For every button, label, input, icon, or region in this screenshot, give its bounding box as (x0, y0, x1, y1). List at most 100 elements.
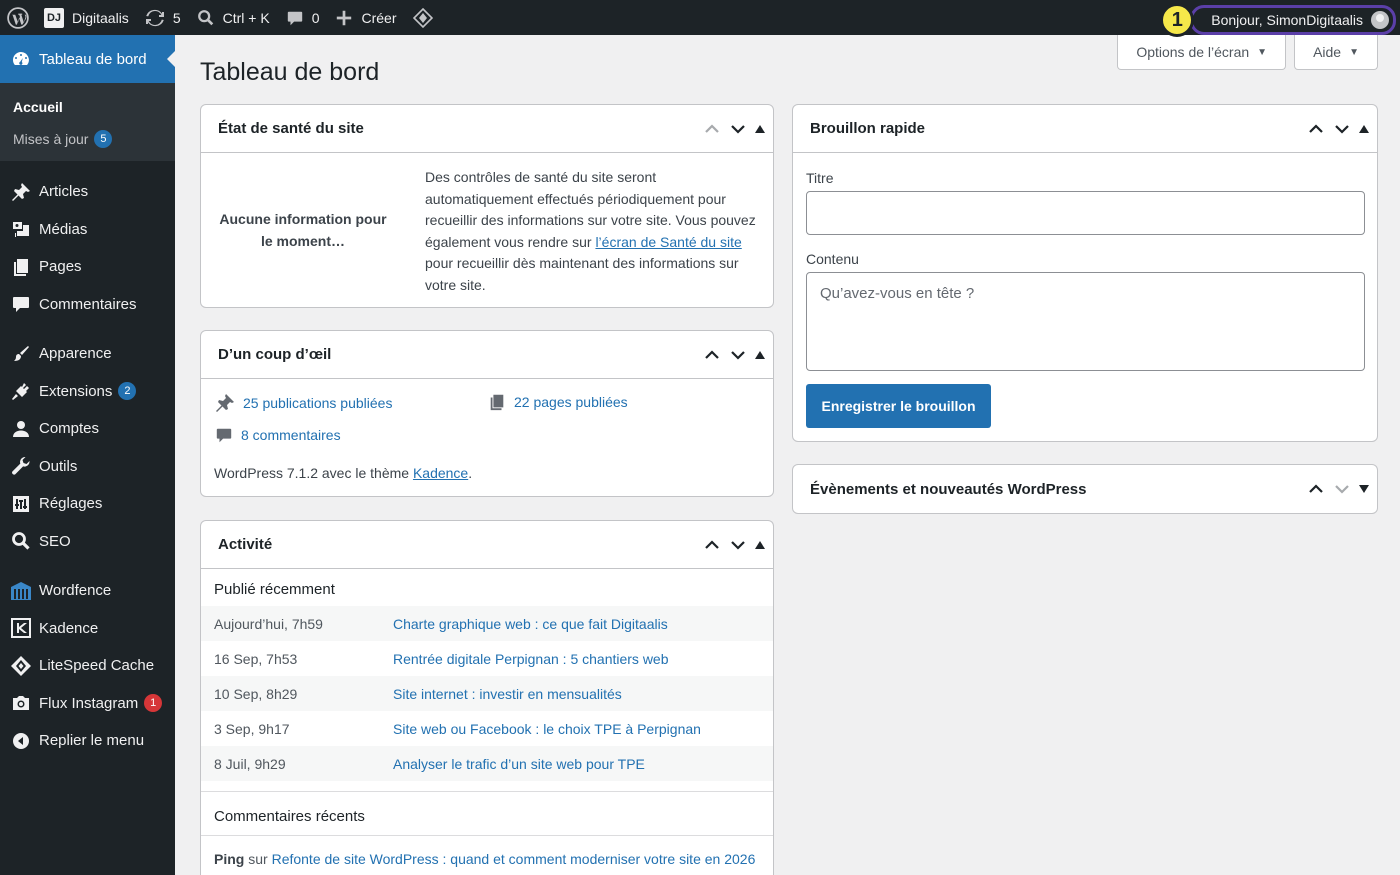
move-up-icon[interactable] (1305, 479, 1327, 499)
save-draft-button[interactable]: Enregistrer le brouillon (806, 384, 991, 428)
content-label: Contenu (806, 251, 859, 267)
glance-comments-link[interactable]: 8 commentaires (241, 427, 341, 443)
move-down-icon[interactable] (727, 119, 749, 139)
comment-icon (216, 428, 232, 443)
sidebar-item-label: Replier le menu (39, 732, 145, 750)
draft-title-input[interactable] (806, 191, 1365, 235)
activity-date: 3 Sep, 9h17 (214, 720, 290, 737)
help-label: Aide (1313, 44, 1342, 60)
sidebar-item-tools[interactable]: Outils (0, 448, 175, 486)
widget-title: D’un coup d’œil (218, 346, 332, 363)
move-up-icon[interactable] (701, 119, 723, 139)
sidebar-item-media[interactable]: Médias (0, 211, 175, 249)
command-palette-search[interactable]: Ctrl + K (189, 0, 278, 35)
sidebar-item-dashboard[interactable]: Tableau de bord (0, 35, 175, 83)
glance-posts-link[interactable]: 25 publications publiées (243, 395, 392, 411)
litespeed-adminbar-icon[interactable] (405, 0, 441, 35)
toggle-panel-icon[interactable] (1357, 119, 1371, 139)
sidebar-item-label: LiteSpeed Cache (39, 657, 155, 675)
activity-row: 16 Sep, 7h53 Rentrée digitale Perpignan … (201, 641, 773, 676)
move-up-icon[interactable] (1305, 119, 1327, 139)
glance-posts[interactable]: 25 publications publiées (215, 393, 392, 413)
sidebar-item-kadence[interactable]: Kadence (0, 610, 175, 648)
instagram-badge: 1 (144, 694, 163, 713)
account-menu[interactable]: Bonjour, SimonDigitaalis (1190, 5, 1396, 35)
comment-icon (287, 11, 302, 25)
sidebar-item-users[interactable]: Comptes (0, 410, 175, 448)
sidebar-item-litespeed[interactable]: LiteSpeed Cache (0, 647, 175, 685)
health-description: Des contrôles de santé du site seront au… (425, 167, 765, 296)
theme-link[interactable]: Kadence (413, 465, 468, 481)
sidebar-item-settings[interactable]: Réglages (0, 485, 175, 523)
glance-pages[interactable]: 22 pages publiées (488, 393, 628, 411)
activity-post-link[interactable]: Analyser le trafic d’un site web pour TP… (393, 756, 645, 772)
search-icon (10, 530, 32, 552)
sidebar-item-collapse[interactable]: Replier le menu (0, 722, 175, 760)
move-up-icon[interactable] (701, 535, 723, 555)
sidebar-item-articles[interactable]: Articles (0, 173, 175, 211)
kadence-icon (10, 617, 32, 639)
account-area: 1 Bonjour, SimonDigitaalis (1160, 3, 1396, 37)
wrench-icon (10, 455, 32, 477)
recent-comments-title: Commentaires récents (214, 808, 365, 825)
sidebar-item-appearance[interactable]: Apparence (0, 335, 175, 373)
toggle-panel-icon[interactable] (753, 119, 767, 139)
draft-content-textarea[interactable]: Qu’avez-vous en tête ? (806, 272, 1365, 371)
avatar (1371, 11, 1389, 29)
screen-options-button[interactable]: Options de l’écran ▼ (1117, 35, 1287, 70)
comment-type: Ping (214, 851, 245, 867)
new-content-menu[interactable]: Créer (327, 0, 404, 35)
widget-header: État de santé du site (201, 105, 773, 153)
move-down-icon[interactable] (727, 535, 749, 555)
activity-post-link[interactable]: Rentrée digitale Perpignan : 5 chantiers… (393, 651, 669, 667)
site-name-menu[interactable]: DJ Digitaalis (36, 0, 137, 35)
toggle-panel-icon[interactable] (753, 535, 767, 555)
submenu-updates[interactable]: Mises à jour 5 (0, 123, 175, 155)
quick-draft-widget: Brouillon rapide Titre Contenu Qu’avez-v… (792, 104, 1378, 442)
activity-widget: Activité Publié récemment Aujourd’hui, 7… (200, 520, 774, 875)
recently-published-title: Publié récemment (214, 581, 335, 598)
sidebar-item-instagram[interactable]: Flux Instagram 1 (0, 685, 175, 723)
comment-icon (10, 293, 32, 315)
move-down-icon[interactable] (1331, 119, 1353, 139)
move-down-icon[interactable] (1331, 479, 1353, 499)
submenu-home[interactable]: Accueil (0, 91, 175, 123)
site-name: Digitaalis (72, 9, 129, 26)
extensions-badge: 2 (118, 382, 137, 401)
updates-badge: 5 (94, 130, 113, 148)
glance-pages-link[interactable]: 22 pages publiées (514, 394, 628, 410)
sidebar-item-extensions[interactable]: Extensions 2 (0, 373, 175, 411)
toggle-panel-icon[interactable] (1357, 479, 1371, 499)
sidebar-item-seo[interactable]: SEO (0, 523, 175, 561)
sidebar-item-wordfence[interactable]: Wordfence (0, 572, 175, 610)
admin-sidebar: Tableau de bord Accueil Mises à jour 5 A… (0, 35, 175, 875)
widget-header: Activité (201, 521, 773, 569)
media-icon (10, 218, 32, 240)
sidebar-item-label: Réglages (39, 495, 103, 513)
comment-post-link[interactable]: Refonte de site WordPress : quand et com… (272, 851, 756, 867)
site-health-link[interactable]: l’écran de Santé du site (595, 234, 741, 250)
move-down-icon[interactable] (727, 345, 749, 365)
toggle-panel-icon[interactable] (753, 345, 767, 365)
activity-date: 16 Sep, 7h53 (214, 650, 298, 667)
sidebar-item-comments[interactable]: Commentaires (0, 286, 175, 324)
plugin-icon (10, 380, 32, 402)
content-placeholder: Qu’avez-vous en tête ? (820, 285, 975, 302)
help-button[interactable]: Aide ▼ (1294, 35, 1378, 70)
wordpress-logo-icon[interactable] (0, 0, 36, 35)
new-content-label: Créer (361, 9, 397, 26)
activity-post-link[interactable]: Site web ou Facebook : le choix TPE à Pe… (393, 721, 701, 737)
activity-date: 8 Juil, 9h29 (214, 755, 286, 772)
activity-post-link[interactable]: Charte graphique web : ce que fait Digit… (393, 616, 668, 632)
screen-options-label: Options de l’écran (1136, 44, 1250, 60)
glance-comments[interactable]: 8 commentaires (215, 426, 341, 444)
move-up-icon[interactable] (701, 345, 723, 365)
sidebar-item-label: SEO (39, 532, 71, 550)
comments-menu[interactable]: 0 (278, 0, 328, 35)
submenu-label: Accueil (13, 99, 63, 115)
activity-post-link[interactable]: Site internet : investir en mensualités (393, 686, 622, 702)
health-text: pour recueillir dès maintenant des infor… (425, 255, 739, 293)
updates-menu[interactable]: 5 (137, 0, 189, 35)
sidebar-item-pages[interactable]: Pages (0, 248, 175, 286)
events-news-widget: Évènements et nouveautés WordPress (792, 464, 1378, 514)
